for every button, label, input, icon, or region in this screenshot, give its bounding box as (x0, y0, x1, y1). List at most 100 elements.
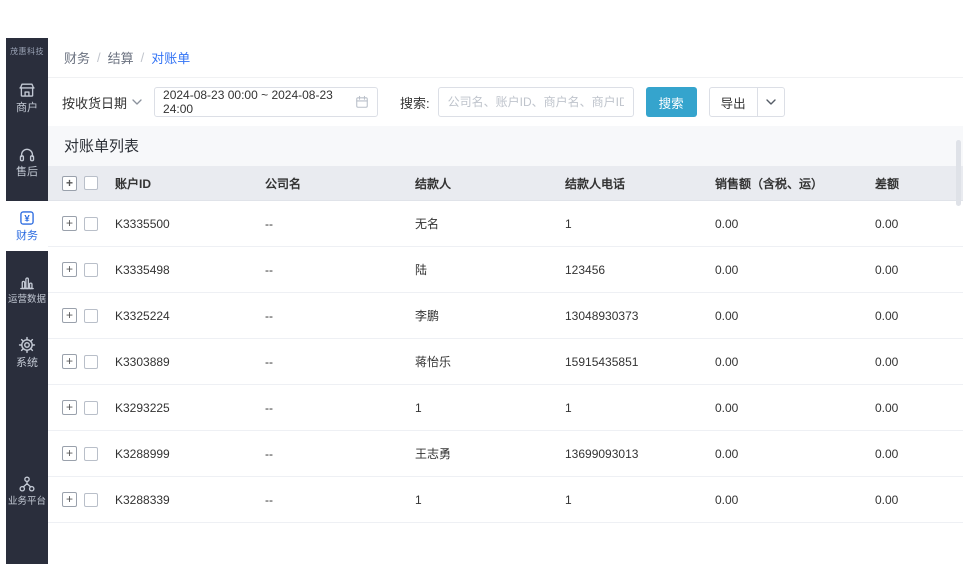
expand-row-button[interactable] (62, 354, 77, 369)
cell-diff: 0.00 (875, 446, 899, 461)
cell-company: -- (265, 492, 273, 507)
sidebar: 茂惠科技 商户 售后 ¥ 财务 运营数据 系统 业务平台 (6, 38, 48, 564)
cell-company: -- (265, 446, 273, 461)
expand-row-button[interactable] (62, 446, 77, 461)
sidebar-item-operations-data[interactable]: 运营数据 (6, 265, 48, 314)
breadcrumb-settlement[interactable]: 结算 (108, 48, 134, 67)
expand-row-button[interactable] (62, 400, 77, 415)
row-checkbox[interactable] (84, 400, 98, 415)
cell-sales: 0.00 (715, 400, 739, 415)
date-range-input[interactable]: 2024-08-23 00:00 ~ 2024-08-23 24:00 (154, 87, 379, 117)
sidebar-item-label: 业务平台 (8, 496, 46, 507)
breadcrumb-separator: / (140, 50, 145, 65)
headset-icon (18, 145, 36, 163)
breadcrumb-statement: 对账单 (151, 51, 191, 66)
cell-payee: 蒋怡乐 (415, 355, 452, 369)
export-button-label: 导出 (720, 96, 746, 111)
column-header-account-id: 账户ID (115, 176, 152, 191)
cell-account-id: K3335500 (115, 216, 170, 231)
cell-diff: 0.00 (875, 400, 899, 415)
table-row: K3325224 -- 李鹏 13048930373 0.00 0.00 (48, 293, 963, 339)
cell-company: -- (265, 400, 273, 415)
cell-phone: 15915435851 (565, 354, 639, 369)
column-header-sales: 销售额（含税、运） (715, 176, 824, 191)
sidebar-item-label: 商户 (16, 102, 38, 114)
chevron-down-icon (132, 99, 142, 105)
date-type-select[interactable]: 按收货日期 (62, 93, 142, 112)
table-row: K3303889 -- 蒋怡乐 15915435851 0.00 0.00 (48, 339, 963, 385)
main-content: 财务 / 结算 / 对账单 按收货日期 2024-08-23 00:00 ~ 2… (48, 38, 963, 564)
export-button[interactable]: 导出 (708, 87, 785, 117)
sidebar-item-label: 系统 (16, 357, 38, 369)
row-checkbox[interactable] (84, 262, 98, 277)
scrollbar-thumb[interactable] (956, 140, 961, 206)
cell-payee: 王志勇 (415, 447, 452, 461)
cell-phone: 1 (565, 216, 572, 231)
cell-sales: 0.00 (715, 262, 739, 277)
svg-text:¥: ¥ (24, 213, 30, 224)
cell-sales: 0.00 (715, 492, 739, 507)
date-type-label: 按收货日期 (62, 95, 128, 111)
cell-company: -- (265, 354, 273, 369)
row-checkbox[interactable] (84, 354, 98, 369)
table-row: K3335500 -- 无名 1 0.00 0.00 (48, 201, 963, 247)
expand-row-button[interactable] (62, 492, 77, 507)
sidebar-item-business-platform[interactable]: 业务平台 (6, 467, 48, 516)
expand-all-button[interactable] (62, 175, 77, 191)
cell-sales: 0.00 (715, 308, 739, 323)
row-checkbox[interactable] (84, 492, 98, 507)
row-checkbox[interactable] (84, 446, 98, 461)
calendar-icon (355, 95, 369, 109)
sidebar-item-label: 财务 (16, 230, 38, 242)
export-dropdown-toggle[interactable] (758, 99, 784, 105)
cell-company: -- (265, 308, 273, 323)
cell-account-id: K3288999 (115, 446, 170, 461)
gear-icon (18, 336, 36, 354)
column-header-diff: 差额 (875, 176, 900, 191)
sidebar-item-system[interactable]: 系统 (6, 328, 48, 378)
cell-company: -- (265, 262, 273, 277)
cell-phone: 13699093013 (565, 446, 639, 461)
table-section: 对账单列表 账户ID 公司名 结款人 结款人电话 销售额（含税、运） 差额 K3… (48, 126, 963, 564)
cell-phone: 13048930373 (565, 308, 639, 323)
sidebar-item-after-sales[interactable]: 售后 (6, 137, 48, 187)
chevron-down-icon (765, 99, 776, 105)
select-all-checkbox[interactable] (84, 176, 98, 190)
section-title: 对账单列表 (48, 126, 963, 166)
expand-row-button[interactable] (62, 308, 77, 323)
cell-account-id: K3288339 (115, 492, 170, 507)
search-input[interactable] (437, 87, 634, 117)
expand-row-button[interactable] (62, 262, 77, 277)
cell-phone: 123456 (565, 262, 606, 277)
cell-phone: 1 (565, 492, 572, 507)
cell-payee: 1 (415, 492, 422, 507)
table-row: K3335498 -- 陆 123456 0.00 0.00 (48, 247, 963, 293)
table-header-row: 账户ID 公司名 结款人 结款人电话 销售额（含税、运） 差额 (48, 166, 963, 201)
row-checkbox[interactable] (84, 216, 98, 231)
table-row: K3293225 -- 1 1 0.00 0.00 (48, 385, 963, 431)
sidebar-item-finance[interactable]: ¥ 财务 (6, 201, 48, 251)
cell-sales: 0.00 (715, 354, 739, 369)
sidebar-item-merchant[interactable]: 商户 (6, 73, 48, 123)
table-row: K3288999 -- 王志勇 13699093013 0.00 0.00 (48, 431, 963, 477)
cell-phone: 1 (565, 400, 572, 415)
cell-account-id: K3335498 (115, 262, 170, 277)
breadcrumb-separator: / (97, 50, 101, 65)
bar-chart-icon (18, 273, 36, 291)
cell-diff: 0.00 (875, 262, 899, 277)
breadcrumb-finance[interactable]: 财务 (64, 48, 90, 67)
cell-diff: 0.00 (875, 308, 899, 323)
cell-account-id: K3325224 (115, 308, 170, 323)
search-button[interactable]: 搜索 (645, 87, 697, 117)
column-header-phone: 结款人电话 (565, 176, 626, 191)
cell-sales: 0.00 (715, 216, 739, 231)
finance-icon: ¥ (18, 209, 36, 227)
app-window: 茂惠科技 商户 售后 ¥ 财务 运营数据 系统 业务平台 财务 / 结算 / 对… (0, 0, 963, 564)
column-header-company: 公司名 (265, 176, 302, 191)
cell-account-id: K3303889 (115, 354, 170, 369)
cell-diff: 0.00 (875, 492, 899, 507)
cell-company: -- (265, 216, 273, 231)
cell-diff: 0.00 (875, 216, 899, 231)
row-checkbox[interactable] (84, 308, 98, 323)
expand-row-button[interactable] (62, 216, 77, 231)
